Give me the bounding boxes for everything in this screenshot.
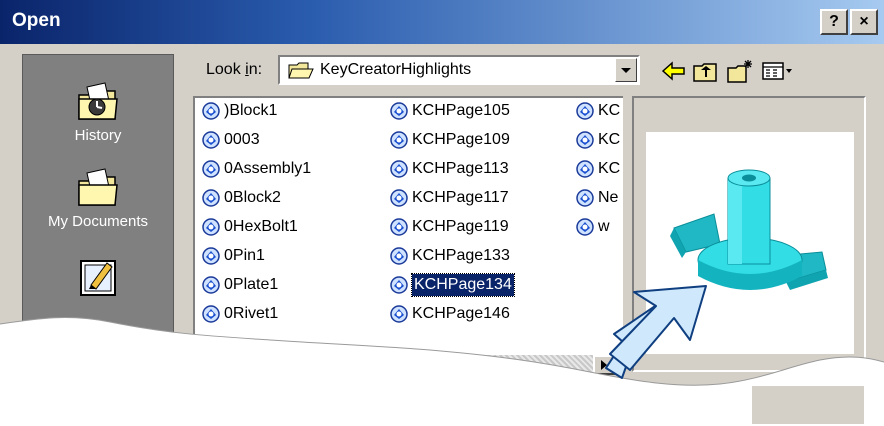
callout-arrow [605, 285, 707, 379]
